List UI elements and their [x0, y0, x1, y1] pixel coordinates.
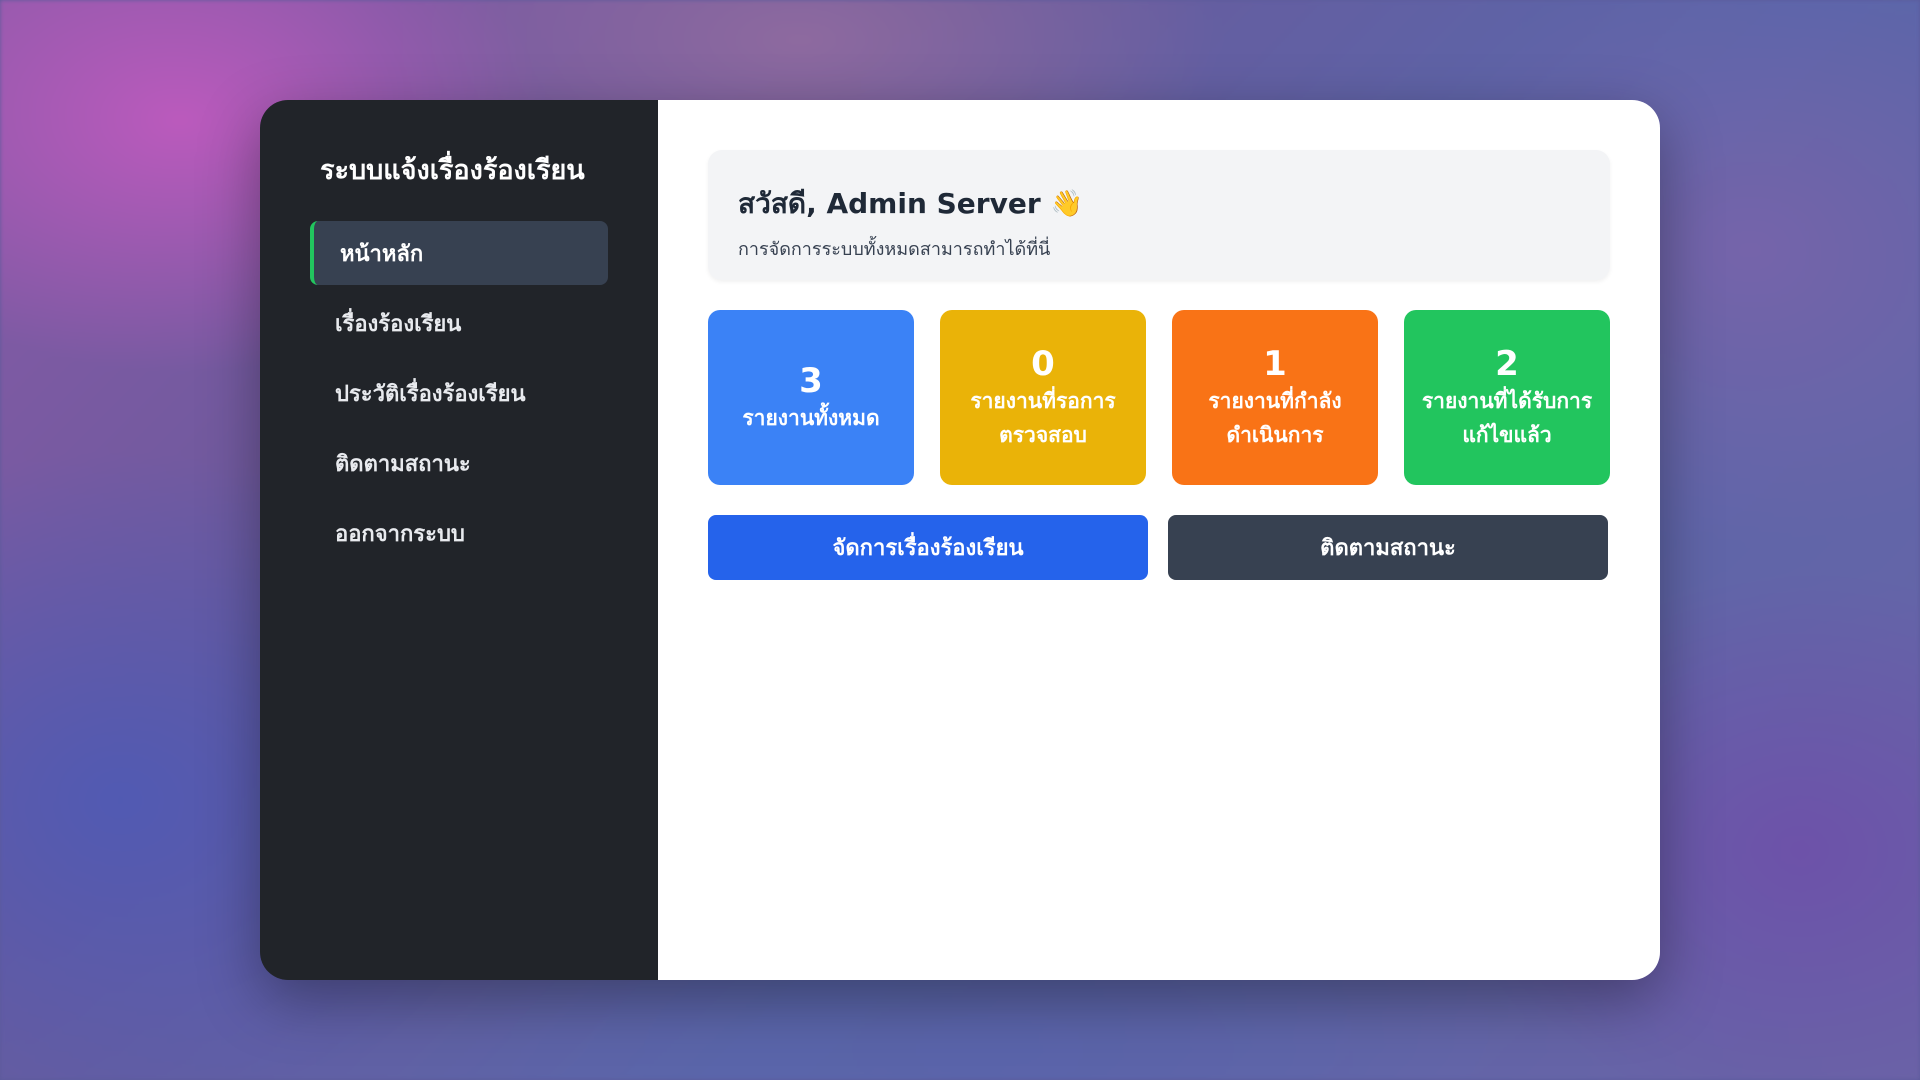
track-status-button[interactable]: ติดตามสถานะ	[1168, 515, 1608, 580]
stat-label: รายงานทั้งหมด	[742, 405, 880, 430]
sidebar-item-complaint-history[interactable]: ประวัติเรื่องร้องเรียน	[310, 361, 608, 425]
sidebar-item-track-status[interactable]: ติดตามสถานะ	[310, 431, 608, 495]
waving-hand-icon: 👋	[1050, 189, 1084, 219]
stat-label: รายงานที่รอการตรวจสอบ	[970, 388, 1116, 447]
sidebar-item-label: เรื่องร้องเรียน	[335, 311, 462, 337]
sidebar-item-label: หน้าหลัก	[340, 241, 424, 267]
stat-label: รายงานที่ได้รับการแก้ไขแล้ว	[1421, 388, 1593, 447]
main-content: สวัสดี, Admin Server 👋 การจัดการระบบทั้ง…	[658, 100, 1660, 980]
welcome-heading: สวัสดี, Admin Server 👋	[738, 182, 1580, 226]
stat-value: 1	[1263, 343, 1287, 384]
manage-complaints-button[interactable]: จัดการเรื่องร้องเรียน	[708, 515, 1148, 580]
stat-card-in-progress: 1 รายงานที่กำลังดำเนินการ	[1172, 310, 1378, 485]
stat-card-pending: 0 รายงานที่รอการตรวจสอบ	[940, 310, 1146, 485]
sidebar-item-label: ประวัติเรื่องร้องเรียน	[335, 381, 526, 407]
sidebar-item-label: ติดตามสถานะ	[335, 451, 471, 477]
welcome-title: สวัสดี, Admin Server	[738, 187, 1041, 220]
welcome-subtitle: การจัดการระบบทั้งหมดสามารถทำได้ที่นี่	[738, 239, 1051, 260]
action-buttons: จัดการเรื่องร้องเรียน ติดตามสถานะ	[708, 515, 1610, 580]
sidebar-item-complaints[interactable]: เรื่องร้องเรียน	[310, 291, 608, 355]
stat-card-resolved: 2 รายงานที่ได้รับการแก้ไขแล้ว	[1404, 310, 1610, 485]
app-window: ระบบแจ้งเรื่องร้องเรียน หน้าหลัก เรื่องร…	[260, 100, 1660, 980]
app-title: ระบบแจ้งเรื่องร้องเรียน	[320, 155, 585, 186]
stats-row: 3 รายงานทั้งหมด 0 รายงานที่รอการตรวจสอบ …	[708, 310, 1610, 485]
sidebar-item-label: ออกจากระบบ	[335, 521, 465, 547]
sidebar: ระบบแจ้งเรื่องร้องเรียน หน้าหลัก เรื่องร…	[260, 100, 658, 980]
welcome-card: สวัสดี, Admin Server 👋 การจัดการระบบทั้ง…	[708, 150, 1610, 280]
sidebar-item-logout[interactable]: ออกจากระบบ	[310, 501, 608, 565]
sidebar-item-home[interactable]: หน้าหลัก	[310, 221, 608, 285]
sidebar-nav: หน้าหลัก เรื่องร้องเรียน ประวัติเรื่องร้…	[310, 221, 608, 565]
stat-value: 2	[1495, 343, 1519, 384]
stat-value: 0	[1031, 343, 1055, 384]
stat-value: 3	[799, 360, 823, 401]
stat-label: รายงานที่กำลังดำเนินการ	[1208, 388, 1342, 447]
stat-card-total: 3 รายงานทั้งหมด	[708, 310, 914, 485]
